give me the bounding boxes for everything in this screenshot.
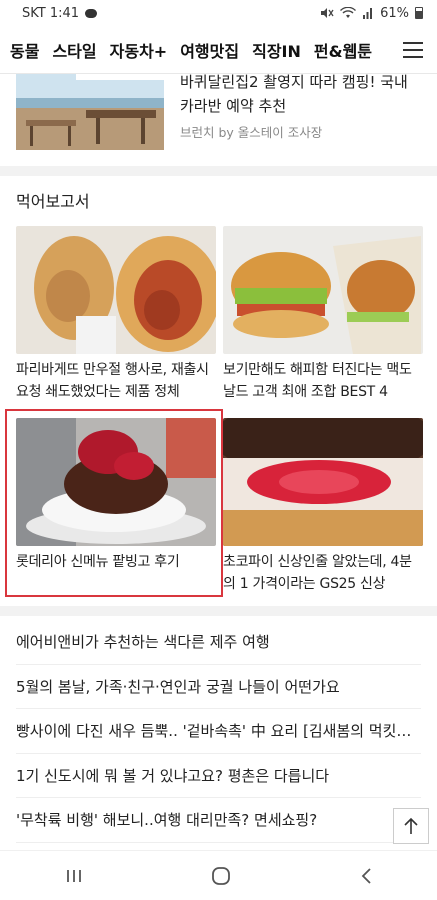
scroll-to-top-button[interactable] bbox=[393, 808, 429, 844]
signal-icon bbox=[363, 8, 373, 19]
wifi-icon bbox=[340, 7, 357, 18]
section-title: 먹어보고서 bbox=[16, 192, 90, 211]
card-title[interactable]: 보기만해도 해피함 터진다는 맥도날드 고객 최애 조합 BEST 4 bbox=[223, 359, 423, 403]
card-image bbox=[223, 226, 423, 354]
food-card[interactable]: 보기만해도 해피함 터진다는 맥도날드 고객 최애 조합 BEST 4 bbox=[223, 226, 423, 403]
card-image bbox=[223, 418, 423, 546]
list-item[interactable]: 에어비앤비가 추천하는 색다른 제주 여행 bbox=[16, 620, 421, 665]
nav-item-fun-webtoon[interactable]: 펀&웹툰 bbox=[314, 38, 372, 62]
section-divider bbox=[0, 166, 437, 176]
section-divider bbox=[0, 606, 437, 616]
selected-card-highlight bbox=[5, 409, 223, 597]
article-thumbnail bbox=[16, 74, 164, 150]
recent-apps-icon[interactable] bbox=[64, 868, 84, 884]
arrow-up-icon bbox=[404, 817, 418, 834]
nav-item-animal[interactable]: 동물 bbox=[10, 38, 39, 62]
list-item[interactable]: 5월의 봄날, 가족·친구·연인과 궁궐 나들이 어떤가요 bbox=[16, 665, 421, 709]
mute-icon bbox=[321, 8, 334, 18]
status-bar: SKT 1:41 61% bbox=[0, 0, 437, 26]
article-source: 브런치 by 올스테이 조사장 bbox=[180, 125, 323, 140]
carrier-time: SKT 1:41 bbox=[22, 5, 80, 21]
notification-icon bbox=[85, 8, 98, 18]
article-list: 에어비앤비가 추천하는 색다른 제주 여행 5월의 봄날, 가족·친구·연인과 … bbox=[0, 620, 437, 843]
category-nav: 동물 스타일 자동차+ 여행맛집 직장IN 펀&웹툰 bbox=[0, 26, 437, 74]
list-item[interactable]: '무착륙 비행' 해보니..여행 대리만족? 면세쇼핑? bbox=[16, 798, 421, 843]
article-title[interactable]: 바퀴달린집2 촬영지 따라 캠핑! 국내 카라반 예약 추천 bbox=[180, 70, 425, 118]
card-title[interactable]: 초코파이 신상인줄 알았는데, 4분의 1 가격이라는 GS25 신상 bbox=[223, 551, 423, 595]
nav-item-travel-food[interactable]: 여행맛집 bbox=[180, 38, 239, 62]
list-item[interactable]: 빵사이에 다진 새우 듬뿍.. '겉바속촉' 中 요리 [김새봄의 먹킷리스트] bbox=[16, 709, 421, 754]
nav-item-car[interactable]: 자동차+ bbox=[110, 38, 168, 62]
system-nav-bar bbox=[0, 850, 437, 900]
hamburger-menu-icon[interactable] bbox=[389, 26, 437, 73]
card-title[interactable]: 파리바게뜨 만우절 행사로, 재출시 요청 쇄도했었다는 제품 정체 bbox=[16, 359, 216, 403]
home-icon[interactable] bbox=[211, 866, 231, 886]
food-card[interactable]: 초코파이 신상인줄 알았는데, 4분의 1 가격이라는 GS25 신상 bbox=[223, 418, 423, 595]
back-icon[interactable] bbox=[359, 867, 373, 885]
top-article[interactable]: 바퀴달린집2 촬영지 따라 캠핑! 국내 카라반 예약 추천 브런치 by 올스… bbox=[0, 73, 437, 166]
card-image bbox=[16, 226, 216, 354]
food-card[interactable]: 파리바게뜨 만우절 행사로, 재출시 요청 쇄도했었다는 제품 정체 bbox=[16, 226, 216, 403]
battery-percent: 61% bbox=[380, 5, 409, 21]
nav-item-work[interactable]: 직장IN bbox=[252, 38, 301, 62]
nav-item-style[interactable]: 스타일 bbox=[52, 38, 96, 62]
list-item[interactable]: 1기 신도시에 뭐 볼 거 있냐고요? 평촌은 다릅니다 bbox=[16, 754, 421, 798]
battery-icon bbox=[415, 7, 423, 19]
